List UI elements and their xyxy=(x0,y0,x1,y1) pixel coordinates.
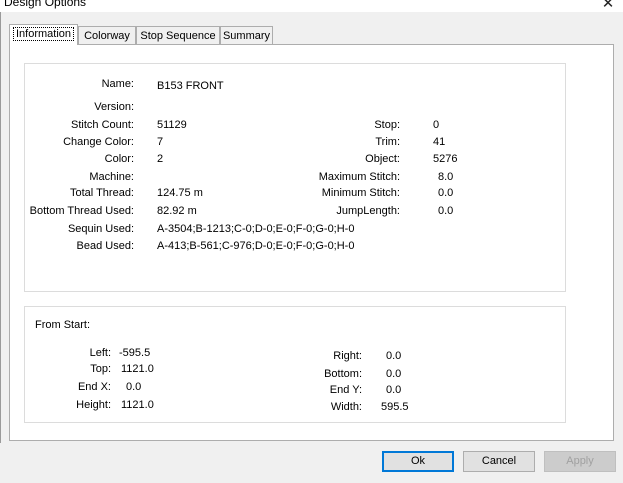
title-bar: Design Options ✕ xyxy=(0,0,623,12)
jump-length-value: 0.0 xyxy=(438,205,454,217)
stop-label: Stop: xyxy=(374,119,400,131)
machine-label: Machine: xyxy=(89,171,134,183)
tab-information[interactable]: Information xyxy=(9,24,78,45)
color-value: 2 xyxy=(157,153,164,165)
right-label: Right: xyxy=(333,350,362,362)
information-panel: Name: B153 FRONT Version: Stitch Count: … xyxy=(9,44,614,441)
tab-information-label: Information xyxy=(12,27,75,41)
stitch-count-label: Stitch Count: xyxy=(71,119,134,131)
object-value: 5276 xyxy=(433,153,458,165)
end-x-value: 0.0 xyxy=(126,381,142,393)
trim-value: 41 xyxy=(433,136,446,148)
width-label: Width: xyxy=(330,401,362,413)
tab-stop-sequence[interactable]: Stop Sequence xyxy=(136,26,220,44)
tab-stop-sequence-label: Stop Sequence xyxy=(140,30,216,42)
bead-used-value: A-413;B-561;C-976;D-0;E-0;F-0;G-0;H-0 xyxy=(157,240,355,252)
total-thread-value: 124.75 m xyxy=(157,187,203,199)
from-start-heading: From Start: xyxy=(35,319,91,331)
window-border xyxy=(0,12,1,483)
apply-button[interactable]: Apply xyxy=(544,451,616,472)
end-x-label: End X: xyxy=(77,381,111,393)
right-value: 0.0 xyxy=(386,350,402,362)
stitch-count-value: 51129 xyxy=(157,119,187,131)
bottom-thread-label: Bottom Thread Used: xyxy=(29,205,134,217)
stop-value: 0 xyxy=(433,119,440,131)
change-color-label: Change Color: xyxy=(63,136,134,148)
maximum-stitch-value: 8.0 xyxy=(438,171,454,183)
bottom-value: 0.0 xyxy=(386,368,402,380)
design-info-group: Name: B153 FRONT Version: Stitch Count: … xyxy=(24,63,566,292)
height-value: 1121.0 xyxy=(121,399,154,411)
width-value: 595.5 xyxy=(381,401,409,413)
minimum-stitch-label: Minimum Stitch: xyxy=(321,187,400,199)
end-y-value: 0.0 xyxy=(386,384,402,396)
color-label: Color: xyxy=(104,153,134,165)
tab-summary[interactable]: Summary xyxy=(220,26,273,44)
window-title: Design Options xyxy=(4,0,87,9)
top-label: Top: xyxy=(90,363,111,375)
name-label: Name: xyxy=(101,78,134,90)
sequin-used-value: A-3504;B-1213;C-0;D-0;E-0;F-0;G-0;H-0 xyxy=(157,223,355,235)
tab-colorway[interactable]: Colorway xyxy=(78,26,136,44)
minimum-stitch-value: 0.0 xyxy=(438,187,454,199)
top-value: 1121.0 xyxy=(121,363,154,375)
close-icon[interactable]: ✕ xyxy=(600,0,616,12)
total-thread-label: Total Thread: xyxy=(69,187,134,199)
bead-used-label: Bead Used: xyxy=(76,240,134,252)
maximum-stitch-label: Maximum Stitch: xyxy=(318,171,400,183)
change-color-value: 7 xyxy=(157,136,164,148)
trim-label: Trim: xyxy=(375,136,400,148)
jump-length-label: JumpLength: xyxy=(336,205,400,217)
ok-button[interactable]: Ok xyxy=(382,451,454,472)
height-label: Height: xyxy=(76,399,111,411)
sequin-used-label: Sequin Used: xyxy=(67,223,134,235)
version-label: Version: xyxy=(94,101,134,113)
tab-colorway-label: Colorway xyxy=(84,30,130,42)
bottom-label: Bottom: xyxy=(324,368,362,380)
bottom-thread-value: 82.92 m xyxy=(157,205,197,217)
left-value: -595.5 xyxy=(119,347,151,359)
cancel-button[interactable]: Cancel xyxy=(463,451,535,472)
from-start-group: From Start: Left: -595.5 Top: 1121.0 End… xyxy=(24,306,566,423)
left-label: Left: xyxy=(89,347,111,359)
end-y-label: End Y: xyxy=(329,384,362,396)
object-label: Object: xyxy=(365,153,400,165)
tab-summary-label: Summary xyxy=(222,30,271,42)
name-value: B153 FRONT xyxy=(157,80,224,92)
